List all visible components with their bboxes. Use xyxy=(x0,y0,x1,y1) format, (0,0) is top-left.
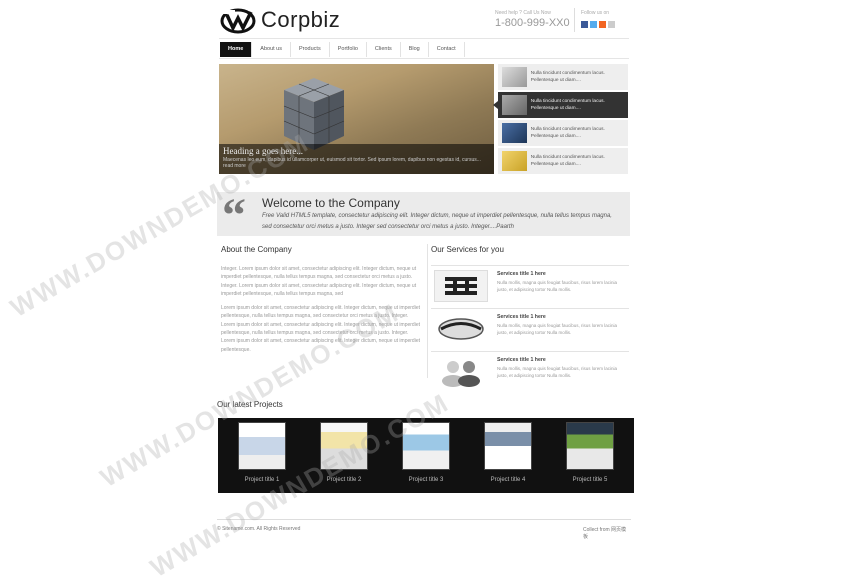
nav-portfolio[interactable]: Portfolio xyxy=(330,42,367,57)
about-title: About the Company xyxy=(221,245,292,254)
about-section: About the Company Integer. Lorem ipsum d… xyxy=(221,245,421,360)
projects-title: Our latest Projects xyxy=(217,400,283,409)
project-title: Project title 2 xyxy=(326,477,362,483)
thumbnail-image xyxy=(502,151,527,171)
service-title: Services title 1 here xyxy=(497,314,546,320)
thumbnail-image xyxy=(502,67,527,87)
page: Corpbiz Need help ? Call Us Now 1-800-99… xyxy=(217,0,634,542)
thumbnail-item[interactable]: Nulla tincidunt condimentum lacus. Pelle… xyxy=(498,148,628,174)
main-nav: Home About us Products Portfolio Clients… xyxy=(220,42,465,57)
project-title: Project title 5 xyxy=(572,477,608,483)
project-item[interactable]: Project title 5 xyxy=(566,422,614,483)
project-thumbnail xyxy=(320,422,368,470)
nav-line xyxy=(219,58,629,59)
project-thumbnail xyxy=(402,422,450,470)
welcome-banner: “ Welcome to the Company Free Valid HTML… xyxy=(217,189,630,242)
logo-grid-icon xyxy=(445,277,477,295)
phone-number: 1-800-999-XX0 xyxy=(495,17,570,29)
project-item[interactable]: Project title 1 xyxy=(238,422,286,483)
column-divider xyxy=(427,244,428,378)
hero-slider[interactable]: Heading a goes here... Maecenas leo eum,… xyxy=(219,64,494,174)
copyright-text: © Sitename.com. All Rights Reserved xyxy=(217,526,301,532)
nav-blog[interactable]: Blog xyxy=(401,42,429,57)
service-image xyxy=(434,313,488,345)
twitter-icon[interactable] xyxy=(590,21,597,28)
project-item[interactable]: Project title 3 xyxy=(402,422,450,483)
services-section: Our Services for you Services title 1 he… xyxy=(431,245,629,394)
thumbnail-text: Nulla tincidunt condimentum lacus. Pelle… xyxy=(530,155,605,167)
services-title: Our Services for you xyxy=(431,245,504,254)
service-image xyxy=(434,270,488,302)
header-line xyxy=(219,38,629,39)
thumbnail-text: Nulla tincidunt condimentum lacus. Pelle… xyxy=(530,71,605,83)
call-us-label: Need help ? Call Us Now xyxy=(495,10,551,16)
projects-strip: Project title 1 Project title 2 Project … xyxy=(218,418,634,493)
service-item[interactable]: Services title 1 here Nulla mollis, magn… xyxy=(431,351,629,394)
project-title: Project title 4 xyxy=(490,477,526,483)
thumbnail-image xyxy=(502,95,527,115)
service-desc: Nulla mollis, magna quis feugiat faucibu… xyxy=(497,323,618,335)
nav-contact[interactable]: Contact xyxy=(429,42,465,57)
welcome-text: Free Valid HTML5 template, consectetur a… xyxy=(262,213,612,230)
welcome-title: Welcome to the Company xyxy=(262,196,400,210)
service-desc: Nulla mollis, magna quis feugiat faucibu… xyxy=(497,280,618,292)
about-paragraph-2: Lorem ipsum dolor sit amet, consectetur … xyxy=(221,305,420,353)
project-thumbnail xyxy=(238,422,286,470)
brand-name: Corpbiz xyxy=(261,7,341,32)
project-title: Project title 3 xyxy=(408,477,444,483)
nav-products[interactable]: Products xyxy=(291,42,330,57)
slider-text: Maecenas leo eum, dapibus id ullamcorper… xyxy=(223,157,481,169)
follow-label: Follow us on xyxy=(581,10,610,16)
project-title: Project title 1 xyxy=(244,477,280,483)
thumbnail-item-active[interactable]: Nulla tincidunt condimentum lacus. Pelle… xyxy=(493,92,628,118)
social-links xyxy=(581,21,615,28)
nav-about[interactable]: About us xyxy=(252,42,291,57)
thumbnail-item[interactable]: Nulla tincidunt condimentum lacus. Pelle… xyxy=(498,120,628,146)
quote-icon: “ xyxy=(222,189,246,242)
nav-clients[interactable]: Clients xyxy=(367,42,401,57)
service-item[interactable]: Services title 1 here Nulla mollis, magn… xyxy=(431,308,629,351)
service-desc: Nulla mollis, magna quis feugiat faucibu… xyxy=(497,366,618,378)
thumbnail-text: Nulla tincidunt condimentum lacus. Pelle… xyxy=(530,99,605,111)
slider-caption: Heading a goes here... Maecenas leo eum,… xyxy=(219,144,494,174)
header-divider xyxy=(574,8,575,32)
thumbnail-image xyxy=(502,123,527,143)
about-paragraph-1: Integer. Lorem ipsum dolor sit amet, con… xyxy=(221,266,417,297)
slider-thumbnails: Nulla tincidunt condimentum lacus. Pelle… xyxy=(493,64,628,176)
project-thumbnail xyxy=(566,422,614,470)
share-icon[interactable] xyxy=(608,21,615,28)
project-thumbnail xyxy=(484,422,532,470)
project-item[interactable]: Project title 2 xyxy=(320,422,368,483)
service-image xyxy=(434,356,488,388)
thumbnail-item[interactable]: Nulla tincidunt condimentum lacus. Pelle… xyxy=(498,64,628,90)
mouse-icon xyxy=(438,318,484,340)
project-item[interactable]: Project title 4 xyxy=(484,422,532,483)
slider-heading: Heading a goes here... xyxy=(223,146,303,156)
rss-icon[interactable] xyxy=(599,21,606,28)
thumbnail-text: Nulla tincidunt condimentum lacus. Pelle… xyxy=(530,127,605,139)
logo-mark-icon xyxy=(220,8,256,34)
service-title: Services title 1 here xyxy=(497,357,546,363)
users-icon xyxy=(442,361,480,387)
server-cubes-image xyxy=(283,78,345,150)
facebook-icon[interactable] xyxy=(581,21,588,28)
footer-line xyxy=(217,519,631,520)
logo[interactable]: Corpbiz xyxy=(219,6,340,34)
service-item[interactable]: Services title 1 here Nulla mollis, magn… xyxy=(431,265,629,308)
collect-link[interactable]: Collect from 网页模板 xyxy=(583,526,631,540)
nav-home[interactable]: Home xyxy=(220,42,253,57)
service-title: Services title 1 here xyxy=(497,271,546,277)
